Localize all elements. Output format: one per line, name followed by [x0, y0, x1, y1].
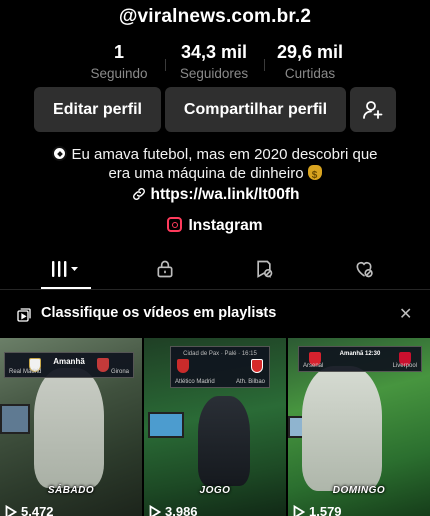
scoreboard-away: Liverpool: [392, 363, 417, 369]
tab-videos[interactable]: [35, 248, 95, 290]
instagram-link[interactable]: Instagram: [0, 217, 430, 235]
close-icon[interactable]: ✕: [399, 304, 412, 324]
stat-followers[interactable]: 34,3 mil Seguidores: [164, 41, 264, 83]
scoreboard-home: Atlético Madrid: [175, 379, 215, 385]
stat-following-label: Seguindo: [90, 66, 148, 81]
play-icon: [149, 504, 161, 516]
bio-link[interactable]: https://wa.link/lt00fh: [0, 186, 430, 204]
bio-line-2: era uma máquina de dinheiro: [0, 164, 430, 185]
active-tab-indicator: [41, 287, 91, 289]
money-bag-icon: [307, 165, 322, 185]
bio-text-2: era uma máquina de dinheiro: [108, 165, 304, 182]
scoreboard-center: Amanhã: [53, 357, 85, 366]
scoreboard-home: Real Madrid: [9, 369, 42, 375]
tab-liked[interactable]: [334, 248, 394, 290]
instagram-label: Instagram: [188, 217, 263, 234]
video-caption: DOMINGO: [332, 485, 386, 496]
thumbnail-scene: [148, 412, 184, 438]
stat-following-value: 1: [113, 42, 124, 62]
playlist-banner-text: Classifique os vídeos em playlists: [41, 305, 277, 321]
stat-likes-label: Curtidas: [284, 66, 336, 81]
video-thumbnail[interactable]: Amanhã 12:30 Arsenal Liverpool DOMINGO 1…: [288, 338, 430, 516]
bio-text-1: Eu amava futebol, mas em 2020 descobri q…: [71, 146, 378, 163]
link-icon: [132, 188, 145, 200]
video-views: 3.986: [149, 504, 198, 516]
scoreboard-away: Girona: [110, 369, 129, 375]
thumbnail-scene: [302, 366, 382, 491]
thumbnail-scene: [198, 396, 250, 486]
play-icon: [293, 504, 305, 516]
bookmark-hidden-icon: [257, 260, 273, 278]
scoreboard-center: Cidad de Pax · Palé · 16:15: [183, 351, 257, 357]
scoreboard-overlay: Amanhã 12:30 Arsenal Liverpool: [298, 346, 422, 372]
scoreboard-overlay: Cidad de Pax · Palé · 16:15 Atlético Mad…: [170, 346, 270, 388]
video-views: 5.472: [5, 504, 54, 516]
edit-profile-button[interactable]: Editar perfil: [34, 87, 161, 132]
scoreboard-away: Ath. Bilbao: [235, 379, 265, 385]
stat-likes-value: 29,6 mil: [276, 42, 344, 62]
stat-followers-label: Seguidores: [179, 66, 249, 81]
video-views-count: 3.986: [165, 504, 198, 516]
thumbnail-scene: [34, 368, 104, 488]
video-caption: JOGO: [199, 485, 231, 496]
video-grid: Amanhã Real Madrid Girona SÁBADO 5.472 C…: [0, 338, 430, 516]
bio-link-text: https://wa.link/lt00fh: [150, 186, 300, 203]
stat-following[interactable]: 1 Seguindo: [69, 41, 169, 83]
profile-stats: 1 Seguindo 34,3 mil Seguidores 29,6 mil …: [0, 41, 430, 81]
add-friend-button[interactable]: [350, 87, 396, 132]
playlist-icon: [17, 308, 31, 322]
video-views: 1.579: [293, 504, 342, 516]
team-crest-icon: [251, 359, 263, 373]
profile-tabs: [0, 248, 430, 290]
chevron-right-icon: ›: [259, 305, 264, 322]
heart-hidden-icon: [356, 261, 373, 278]
playlist-banner[interactable]: Classifique os vídeos em playlists › ✕: [0, 298, 430, 330]
stat-followers-value: 34,3 mil: [180, 42, 248, 62]
bio-line-1: Eu amava futebol, mas em 2020 descobri q…: [0, 145, 430, 164]
share-profile-button[interactable]: Compartilhar perfil: [165, 87, 346, 132]
lock-icon: [157, 260, 173, 278]
tab-favorites[interactable]: [234, 248, 294, 290]
video-caption: SÁBADO: [47, 485, 95, 496]
scoreboard-center: Amanhã 12:30: [339, 351, 381, 357]
stat-likes[interactable]: 29,6 mil Curtidas: [260, 41, 360, 83]
soccer-ball-icon: [52, 146, 68, 161]
scoreboard-home: Arsenal: [303, 363, 324, 369]
profile-username: @viralnews.com.br.2: [118, 6, 312, 27]
thumbnail-scene: [0, 404, 30, 434]
team-crest-icon: [177, 359, 189, 373]
add-user-icon: [363, 100, 383, 119]
scoreboard-overlay: Amanhã Real Madrid Girona: [4, 352, 134, 378]
video-thumbnail[interactable]: Cidad de Pax · Palé · 16:15 Atlético Mad…: [144, 338, 286, 516]
tab-private[interactable]: [135, 248, 195, 290]
instagram-icon: [167, 217, 183, 232]
grid-icon: [52, 261, 78, 277]
video-thumbnail[interactable]: Amanhã Real Madrid Girona SÁBADO 5.472: [0, 338, 142, 516]
profile-bio: Eu amava futebol, mas em 2020 descobri q…: [0, 145, 430, 185]
video-views-count: 5.472: [21, 504, 54, 516]
video-views-count: 1.579: [309, 504, 342, 516]
play-icon: [5, 504, 17, 516]
